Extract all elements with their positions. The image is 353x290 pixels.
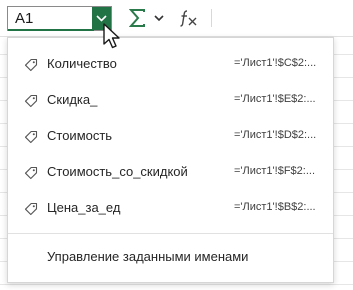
named-range-item[interactable]: Стоимость ='Лист1'!$D$2:... xyxy=(8,119,333,155)
toolbar-separator xyxy=(211,9,212,27)
tag-icon xyxy=(24,202,38,216)
tag-icon xyxy=(24,58,38,72)
named-range-reference: ='Лист1'!$E$2:... xyxy=(234,93,316,105)
named-range-item[interactable]: Количество ='Лист1'!$C$2:... xyxy=(8,47,333,83)
manage-names-link[interactable]: Управление заданными именами xyxy=(47,249,248,264)
named-range-name: Количество xyxy=(47,56,117,71)
named-range-name: Цена_за_ед xyxy=(47,200,121,215)
named-range-reference: ='Лист1'!$B$2:... xyxy=(234,201,316,213)
tag-icon xyxy=(24,166,38,180)
fx-icon xyxy=(180,10,197,27)
insert-function-button[interactable] xyxy=(177,6,201,30)
named-range-name: Скидка_ xyxy=(47,92,98,107)
name-box[interactable] xyxy=(7,6,112,31)
sigma-icon xyxy=(129,9,145,27)
named-range-item[interactable]: Стоимость_со_скидкой ='Лист1'!$F$2:... xyxy=(8,155,333,191)
named-range-reference: ='Лист1'!$C$2:... xyxy=(234,57,317,69)
tag-icon xyxy=(24,94,38,108)
name-box-focus-underline xyxy=(8,29,94,31)
named-ranges-dropdown: Количество ='Лист1'!$C$2:... Скидка_ ='Л… xyxy=(7,37,334,283)
named-range-name: Стоимость_со_скидкой xyxy=(47,164,188,179)
tag-icon xyxy=(24,130,38,144)
name-box-input[interactable] xyxy=(8,7,93,30)
spreadsheet-window: Количество ='Лист1'!$C$2:... Скидка_ ='Л… xyxy=(0,0,353,290)
named-range-name: Стоимость xyxy=(47,128,113,143)
named-range-item[interactable]: Скидка_ ='Лист1'!$E$2:... xyxy=(8,83,333,119)
chevron-down-icon xyxy=(154,14,164,21)
named-range-reference: ='Лист1'!$F$2:... xyxy=(234,165,315,177)
mouse-pointer-icon xyxy=(103,23,120,49)
autosum-button[interactable] xyxy=(126,6,150,30)
named-range-reference: ='Лист1'!$D$2:... xyxy=(234,129,317,141)
menu-divider xyxy=(8,233,333,234)
chevron-down-icon xyxy=(96,15,107,22)
autosum-dropdown-button[interactable] xyxy=(151,8,167,28)
named-range-item[interactable]: Цена_за_ед ='Лист1'!$B$2:... xyxy=(8,191,333,227)
